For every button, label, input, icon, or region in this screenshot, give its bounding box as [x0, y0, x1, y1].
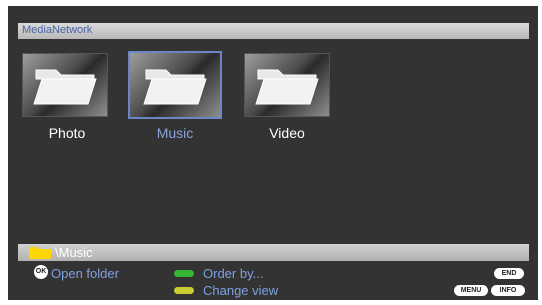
tile-music[interactable] [128, 51, 222, 119]
folder-icon [29, 247, 51, 259]
folder-icon [33, 69, 97, 105]
tile-photo[interactable] [22, 53, 108, 117]
header-bar: MediaNetwork [18, 23, 529, 39]
open-folder-hint: Open folder [51, 266, 119, 281]
ok-button-icon: OK [34, 265, 48, 279]
menu-key-icon: MENU [454, 285, 488, 296]
folder-icon [255, 69, 319, 105]
tile-label-photo: Photo [48, 125, 86, 141]
green-key-icon [174, 270, 194, 277]
tile-video[interactable] [244, 53, 330, 117]
change-view-hint: Change view [203, 283, 279, 298]
order-by-hint: Order by... [203, 266, 264, 281]
tile-label-music: Music [156, 125, 194, 141]
current-path: \Music [55, 245, 93, 260]
page-title: MediaNetwork [22, 24, 93, 36]
end-key-icon: END [494, 268, 524, 279]
path-bar: \Music [18, 244, 529, 261]
tile-label-video: Video [269, 125, 305, 141]
folder-icon [143, 69, 207, 105]
info-key-icon: INFO [491, 285, 525, 296]
yellow-key-icon [174, 287, 194, 294]
